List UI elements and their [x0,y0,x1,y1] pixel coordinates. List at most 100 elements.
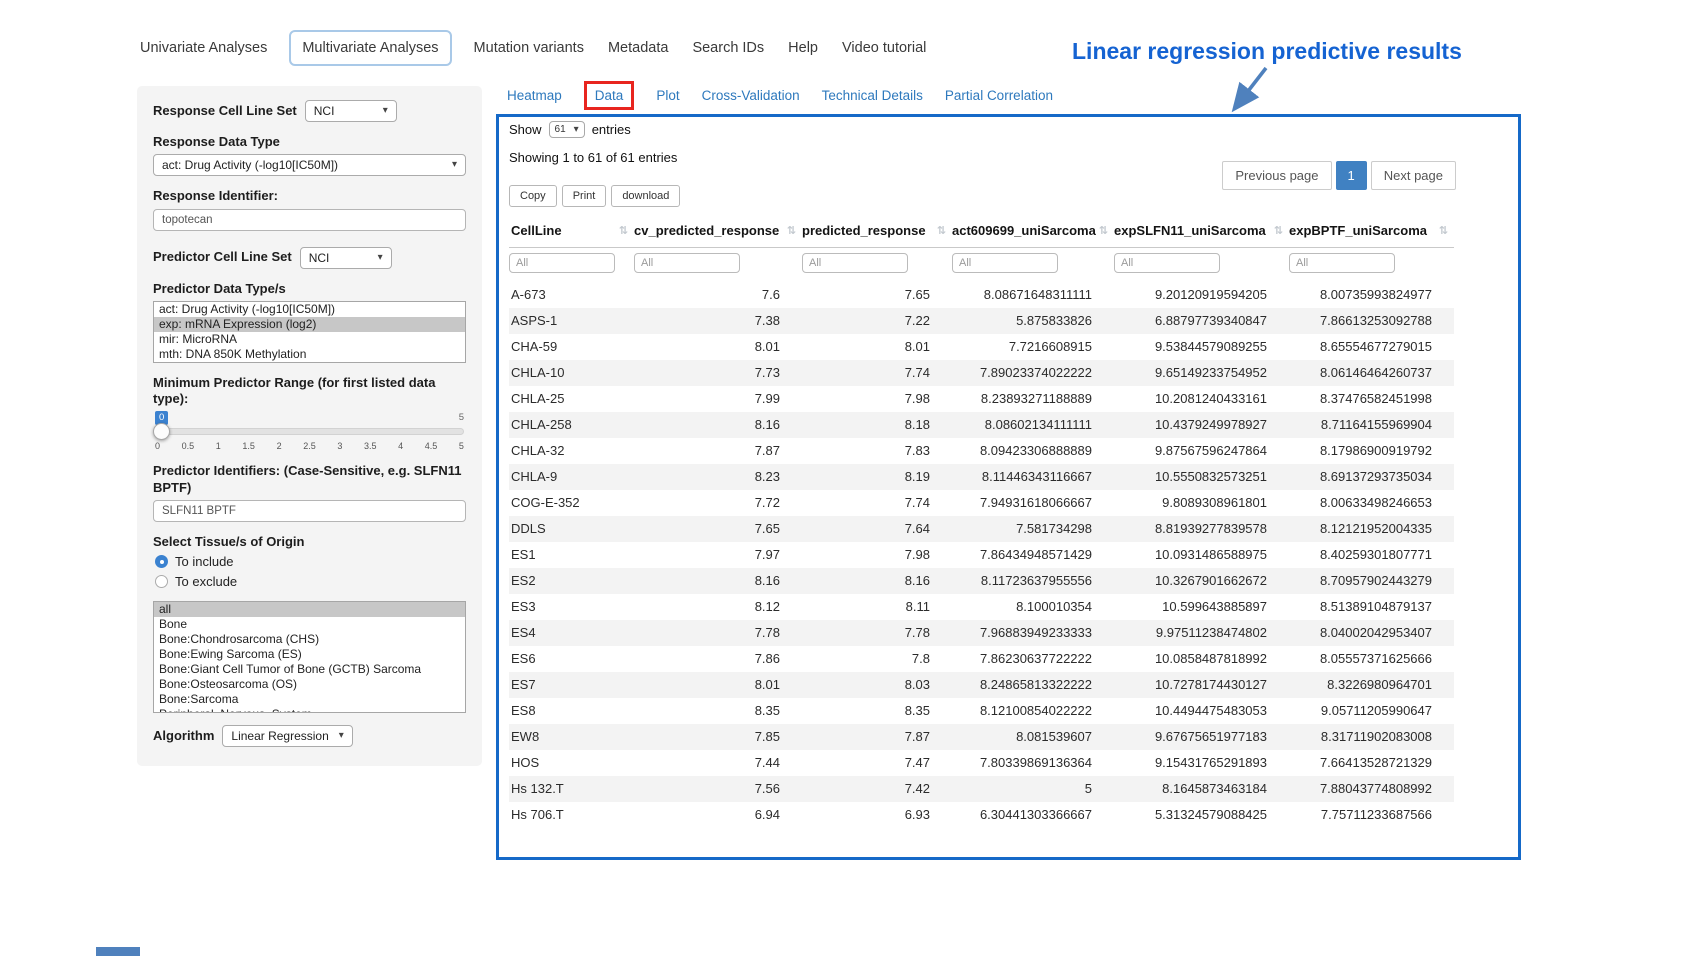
nav-tab[interactable]: Video tutorial [840,32,928,64]
nav-tab[interactable]: Metadata [606,32,670,64]
results-tab[interactable]: Partial Correlation [945,88,1053,103]
table-row[interactable]: ES28.168.168.1172363795555610.3267901662… [509,568,1454,594]
min-predictor-range-slider[interactable]: 0 5 00.511.522.533.544.55 [155,411,464,451]
predictor-cell-line-set-select[interactable]: NCI ▾ [300,247,392,269]
column-filter-cv_predicted_response[interactable] [634,253,740,273]
value-cell: 8.12100854022222 [952,698,1114,724]
tissue-radio-option[interactable]: To exclude [155,574,466,589]
slider-tick-label: 2.5 [303,441,316,451]
nav-tab[interactable]: Help [786,32,820,64]
table-row[interactable]: Hs 706.T6.946.936.304413033666675.313245… [509,802,1454,828]
column-header-predicted_response[interactable]: ⇅predicted_response [802,213,952,248]
column-filter-expSLFN11_uniSarcoma[interactable] [1114,253,1220,273]
listbox-option[interactable]: Bone:Sarcoma [154,692,465,707]
listbox-option[interactable]: all [154,602,465,617]
listbox-option[interactable]: Bone:Osteosarcoma (OS) [154,677,465,692]
table-row[interactable]: COG-E-3527.727.747.949316180666679.80893… [509,490,1454,516]
column-header-CellLine[interactable]: ⇅CellLine [509,213,634,248]
listbox-option[interactable]: Bone:Chondrosarcoma (CHS) [154,632,465,647]
listbox-option[interactable]: mth: DNA 850K Methylation [154,347,465,362]
table-row[interactable]: CHLA-257.997.988.2389327118888910.208124… [509,386,1454,412]
listbox-option[interactable]: Peripheral_Nervous_System [154,707,465,713]
toolbar-button[interactable]: Copy [509,185,557,207]
table-row[interactable]: A-6737.67.658.086716483111119.2012091959… [509,282,1454,308]
slider-track[interactable] [155,428,464,435]
table-row[interactable]: EW87.857.878.0815396079.676756519771838.… [509,724,1454,750]
results-tab[interactable]: Plot [656,88,679,103]
sort-icon[interactable]: ⇅ [937,224,946,237]
table-row[interactable]: Hs 132.T7.567.4258.16458734631847.880437… [509,776,1454,802]
listbox-option[interactable]: exp: mRNA Expression (log2) [154,317,465,332]
next-page-button[interactable]: Next page [1371,161,1456,190]
value-cell: 8.01 [634,334,802,360]
value-cell: 7.86613253092788 [1289,308,1454,334]
results-tab[interactable]: Cross-Validation [702,88,800,103]
radio-icon[interactable] [155,555,168,568]
toolbar-button[interactable]: Print [562,185,607,207]
previous-page-button[interactable]: Previous page [1222,161,1331,190]
cellline-cell: ES7 [509,672,634,698]
cellline-cell: CHLA-9 [509,464,634,490]
value-cell: 9.87567596247864 [1114,438,1289,464]
value-cell: 7.88043774808992 [1289,776,1454,802]
algorithm-select[interactable]: Linear Regression ▾ [222,725,352,747]
column-header-expSLFN11_uniSarcoma[interactable]: ⇅expSLFN11_uniSarcoma [1114,213,1289,248]
table-row[interactable]: ES47.787.787.968839492333339.97511238474… [509,620,1454,646]
column-filter-act609699_uniSarcoma[interactable] [952,253,1058,273]
radio-icon[interactable] [155,575,168,588]
cellline-cell: A-673 [509,282,634,308]
table-row[interactable]: ES88.358.358.1210085402222210.4494475483… [509,698,1454,724]
table-row[interactable]: ES78.018.038.2486581332222210.7278174430… [509,672,1454,698]
column-header-expBPTF_uniSarcoma[interactable]: ⇅expBPTF_uniSarcoma [1289,213,1454,248]
table-row[interactable]: CHLA-98.238.198.1144634311666710.5550832… [509,464,1454,490]
column-header-cv_predicted_response[interactable]: ⇅cv_predicted_response [634,213,802,248]
entries-per-page-select[interactable]: 61 ▾ [549,121,585,138]
slider-handle[interactable] [153,423,170,440]
sort-icon[interactable]: ⇅ [787,224,796,237]
sort-icon[interactable]: ⇅ [1439,224,1448,237]
table-row[interactable]: CHLA-2588.168.188.0860213411111110.43792… [509,412,1454,438]
nav-tab[interactable]: Search IDs [690,32,766,64]
listbox-option[interactable]: act: Drug Activity (-log10[IC50M]) [154,302,465,317]
table-row[interactable]: ES38.128.118.10001035410.5996438858978.5… [509,594,1454,620]
column-header-act609699_uniSarcoma[interactable]: ⇅act609699_uniSarcoma [952,213,1114,248]
value-cell: 7.56 [634,776,802,802]
column-filter-expBPTF_uniSarcoma[interactable] [1289,253,1395,273]
results-tab[interactable]: Heatmap [507,88,562,103]
predictor-identifiers-input[interactable] [153,500,466,522]
column-filter-CellLine[interactable] [509,253,615,273]
table-row[interactable]: CHLA-107.737.747.890233740222229.6514923… [509,360,1454,386]
value-cell: 8.3226980964701 [1289,672,1454,698]
select-value: act: Drug Activity (-log10[IC50M]) [162,158,338,172]
results-tab[interactable]: Data [584,81,635,110]
sort-icon[interactable]: ⇅ [619,224,628,237]
column-filter-predicted_response[interactable] [802,253,908,273]
table-row[interactable]: ES67.867.87.8623063772222210.08584878189… [509,646,1454,672]
table-row[interactable]: ES17.977.987.8643494857142910.0931486588… [509,542,1454,568]
current-page-button[interactable]: 1 [1336,161,1367,190]
value-cell: 9.53844579089255 [1114,334,1289,360]
value-cell: 8.81939277839578 [1114,516,1289,542]
response-data-type-select[interactable]: act: Drug Activity (-log10[IC50M]) ▾ [153,154,466,176]
nav-tab[interactable]: Univariate Analyses [138,32,269,64]
listbox-option[interactable]: Bone:Giant Cell Tumor of Bone (GCTB) Sar… [154,662,465,677]
listbox-option[interactable]: Bone [154,617,465,632]
sort-icon[interactable]: ⇅ [1099,224,1108,237]
value-cell: 10.0858487818992 [1114,646,1289,672]
response-cell-line-set-select[interactable]: NCI ▾ [305,100,397,122]
response-identifier-input[interactable] [153,209,466,231]
tissue-radio-option[interactable]: To include [155,554,466,569]
listbox-option[interactable]: Bone:Ewing Sarcoma (ES) [154,647,465,662]
sort-icon[interactable]: ⇅ [1274,224,1283,237]
value-cell: 10.5550832573251 [1114,464,1289,490]
listbox-option[interactable]: mir: MicroRNA [154,332,465,347]
nav-tab[interactable]: Multivariate Analyses [289,30,451,66]
toolbar-button[interactable]: download [611,185,680,207]
nav-tab[interactable]: Mutation variants [472,32,586,64]
results-tab[interactable]: Technical Details [822,88,923,103]
table-row[interactable]: DDLS7.657.647.5817342988.819392778395788… [509,516,1454,542]
table-row[interactable]: ASPS-17.387.225.8758338266.8879773934084… [509,308,1454,334]
table-row[interactable]: CHLA-327.877.838.094233068888899.8756759… [509,438,1454,464]
table-row[interactable]: CHA-598.018.017.72166089159.538445790892… [509,334,1454,360]
table-row[interactable]: HOS7.447.477.803398691363649.15431765291… [509,750,1454,776]
